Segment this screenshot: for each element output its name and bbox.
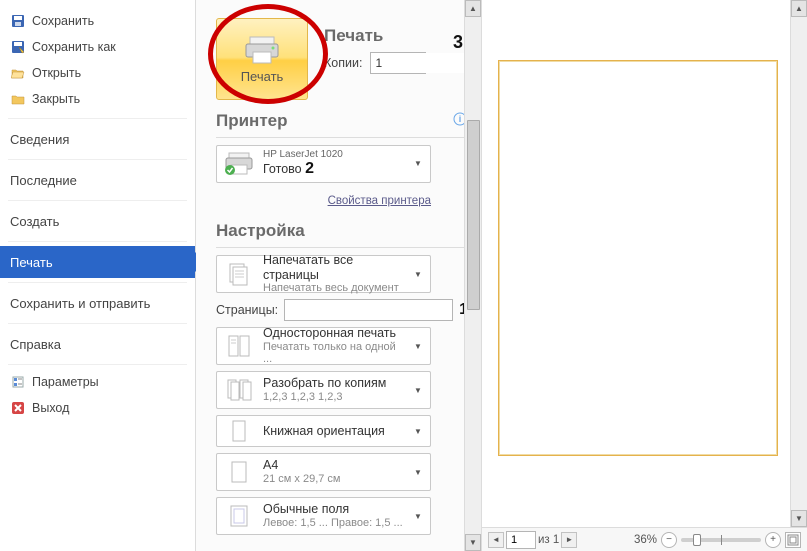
zoom-fit-button[interactable]	[785, 532, 801, 548]
printer-dropdown[interactable]: HP LaserJet 1020 Готово 2 ▼	[216, 145, 431, 183]
scroll-down-icon[interactable]: ▼	[465, 534, 481, 551]
sidebar-item-label: Печать	[10, 255, 53, 270]
pages-stack-icon	[223, 259, 255, 289]
page-next-button[interactable]: ►	[561, 532, 577, 548]
chevron-down-icon: ▼	[414, 159, 424, 168]
portrait-icon	[223, 416, 255, 446]
zoom-in-button[interactable]: +	[765, 532, 781, 548]
collate-icon	[223, 375, 255, 405]
sidebar-item-label: Сохранить	[32, 14, 94, 28]
page-size-icon	[223, 457, 255, 487]
zoom-out-button[interactable]: −	[661, 532, 677, 548]
sidebar-item-label: Создать	[10, 214, 59, 229]
sidebar-item-help[interactable]: Справка	[0, 328, 195, 360]
backstage-sidebar: Сохранить Сохранить как Открыть Закрыть …	[0, 0, 196, 551]
orientation-dropdown[interactable]: Книжная ориентация ▼	[216, 415, 431, 447]
middle-scrollbar[interactable]: ▲ ▼	[464, 0, 481, 551]
save-as-icon	[10, 39, 26, 55]
pages-label: Страницы:	[216, 303, 278, 317]
zoom-label: 36%	[634, 534, 657, 546]
page-prev-button[interactable]: ◄	[488, 532, 504, 548]
printer-icon	[244, 35, 280, 65]
printer-name: HP LaserJet 1020	[263, 149, 406, 161]
sidebar-item-new[interactable]: Создать	[0, 205, 195, 237]
one-sided-dropdown[interactable]: Односторонная печатьПечатать только на о…	[216, 327, 431, 365]
sidebar-item-label: Последние	[10, 173, 77, 188]
print-button-label: Печать	[241, 69, 284, 84]
copies-spinner[interactable]: ▲ ▼	[370, 52, 426, 74]
sidebar-item-close[interactable]: Закрыть	[0, 86, 195, 112]
margins-icon	[223, 501, 255, 531]
printer-properties-link[interactable]: Свойства принтера	[328, 195, 431, 207]
scroll-thumb[interactable]	[467, 120, 480, 310]
printer-status-icon	[223, 149, 255, 179]
exit-icon	[10, 400, 26, 416]
chevron-down-icon: ▼	[414, 427, 424, 436]
page-of-label: из 1	[538, 534, 559, 546]
folder-open-icon	[10, 65, 26, 81]
sidebar-item-save-as[interactable]: Сохранить как	[0, 34, 195, 60]
preview-page	[498, 60, 778, 456]
sidebar-item-label: Справка	[10, 337, 61, 352]
print-preview: ▲ ▼ ◄ из 1 ► 36% − +	[481, 0, 807, 551]
sidebar-item-info[interactable]: Сведения	[0, 123, 195, 155]
scroll-up-icon[interactable]: ▲	[465, 0, 481, 17]
sidebar-item-label: Сохранить как	[32, 40, 116, 54]
annotation-2: 2	[305, 160, 314, 177]
sidebar-item-label: Параметры	[32, 375, 99, 389]
sidebar-item-save-send[interactable]: Сохранить и отправить	[0, 287, 195, 319]
page-number-input[interactable]	[506, 531, 536, 549]
one-sided-icon	[223, 331, 255, 361]
printer-heading: Принтер i	[216, 111, 467, 131]
chevron-down-icon: ▼	[414, 468, 424, 477]
copies-label: Копии:	[324, 56, 362, 70]
folder-close-icon	[10, 91, 26, 107]
sidebar-item-label: Сведения	[10, 132, 69, 147]
scroll-down-icon[interactable]: ▼	[791, 510, 807, 527]
preview-scrollbar[interactable]: ▲ ▼	[790, 0, 807, 527]
paper-size-dropdown[interactable]: A421 см x 29,7 см ▼	[216, 453, 431, 491]
sidebar-item-label: Выход	[32, 401, 69, 415]
zoom-slider-knob[interactable]	[693, 534, 701, 546]
preview-statusbar: ◄ из 1 ► 36% − +	[482, 527, 807, 551]
sidebar-item-label: Закрыть	[32, 92, 80, 106]
annotation-3: 3	[453, 32, 463, 53]
sidebar-item-exit[interactable]: Выход	[0, 395, 195, 421]
printer-status: Готово	[263, 162, 302, 176]
print-panel: Печать Печать Копии: ▲ ▼ 3 Принтер i	[196, 0, 481, 551]
print-range-dropdown[interactable]: Напечатать все страницыНапечатать весь д…	[216, 255, 431, 293]
sidebar-item-save[interactable]: Сохранить	[0, 8, 195, 34]
settings-heading: Настройка	[216, 221, 467, 241]
options-icon	[10, 374, 26, 390]
print-heading: Печать	[324, 26, 467, 46]
sidebar-item-label: Открыть	[32, 66, 81, 80]
sidebar-item-print[interactable]: Печать	[0, 246, 195, 278]
sidebar-item-recent[interactable]: Последние	[0, 164, 195, 196]
sidebar-item-options[interactable]: Параметры	[0, 369, 195, 395]
chevron-down-icon: ▼	[414, 512, 424, 521]
chevron-down-icon: ▼	[414, 386, 424, 395]
scroll-up-icon[interactable]: ▲	[791, 0, 807, 17]
margins-dropdown[interactable]: Обычные поляЛевое: 1,5 ... Правое: 1,5 .…	[216, 497, 431, 535]
collate-dropdown[interactable]: Рaзoбpать по копиям1,2,3 1,2,3 1,2,3 ▼	[216, 371, 431, 409]
svg-text:i: i	[459, 114, 462, 124]
chevron-down-icon: ▼	[414, 342, 424, 351]
save-icon	[10, 13, 26, 29]
sidebar-item-label: Сохранить и отправить	[10, 296, 150, 311]
sidebar-item-open[interactable]: Открыть	[0, 60, 195, 86]
zoom-slider[interactable]	[681, 538, 761, 542]
print-button[interactable]: Печать	[216, 18, 308, 100]
pages-input[interactable]	[284, 299, 453, 321]
chevron-down-icon: ▼	[414, 270, 424, 279]
